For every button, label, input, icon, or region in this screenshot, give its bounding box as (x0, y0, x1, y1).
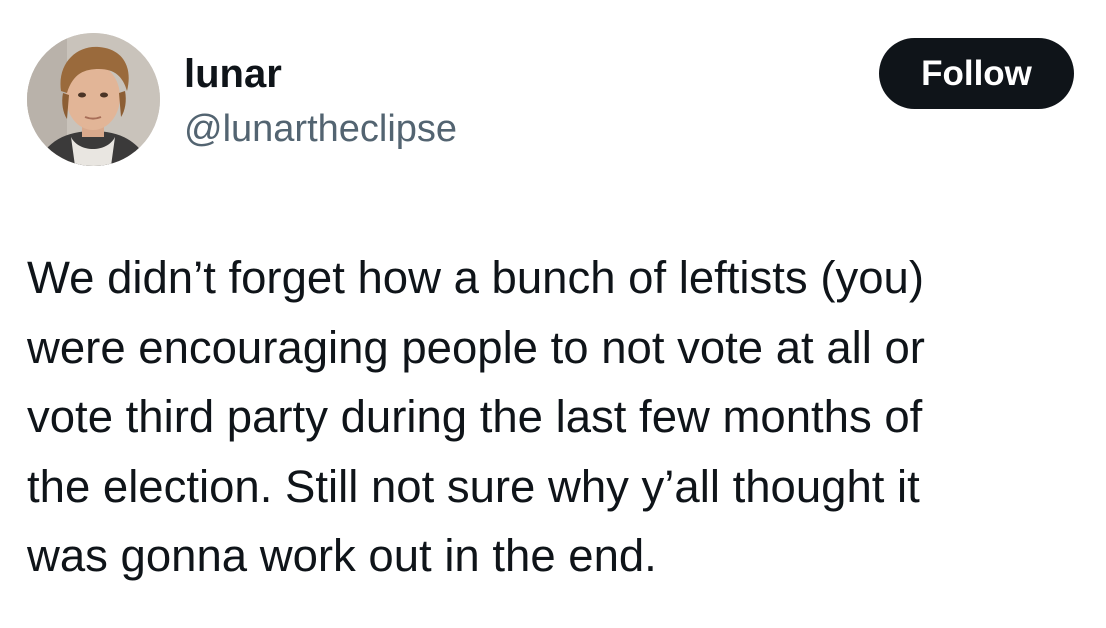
tweet-text-line: the election. Still not sure why y’all t… (27, 460, 920, 512)
tweet-text-line: We didn’t forget how a bunch of leftists… (27, 252, 924, 303)
tweet-text-line: were encouraging people to not vote at a… (27, 321, 925, 373)
avatar-image (27, 33, 160, 166)
tweet-text: We didn’t forget how a bunch of leftists… (27, 243, 1087, 591)
avatar[interactable] (27, 33, 160, 166)
author-display-name[interactable]: lunar (184, 50, 282, 98)
author-handle[interactable]: @lunartheclipse (184, 106, 457, 152)
follow-button[interactable]: Follow (879, 38, 1074, 109)
tweet-text-line: vote third party during the last few mon… (27, 391, 923, 442)
tweet-card: lunar @lunartheclipse Follow We didn’t f… (0, 0, 1106, 628)
tweet-text-line: was gonna work out in the end. (27, 530, 657, 581)
